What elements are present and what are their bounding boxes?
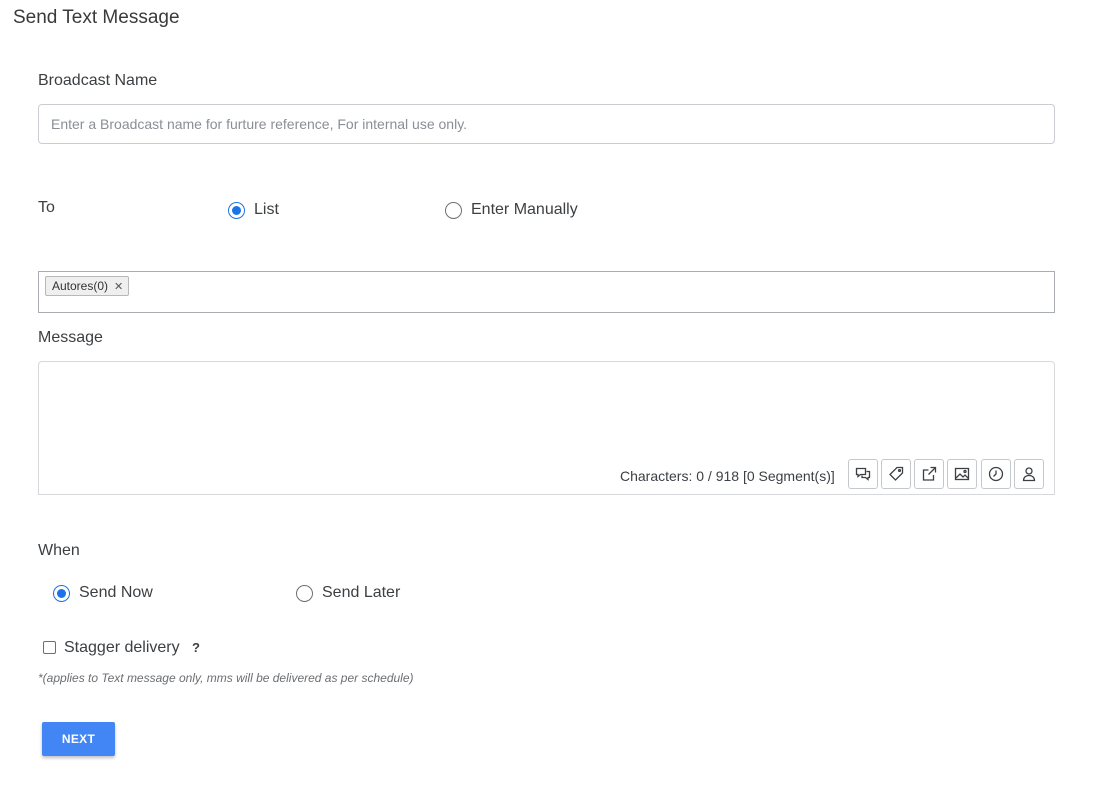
radio-enter-manually[interactable]: Enter Manually — [445, 201, 578, 219]
radio-send-now[interactable]: Send Now — [53, 584, 153, 602]
image-icon — [954, 467, 970, 481]
image-button[interactable] — [947, 459, 977, 489]
message-textarea[interactable] — [38, 361, 1055, 456]
broadcast-name-label: Broadcast Name — [38, 72, 158, 89]
link-button[interactable] — [914, 459, 944, 489]
stagger-delivery-checkbox[interactable] — [43, 641, 56, 654]
templates-button[interactable] — [848, 459, 878, 489]
message-toolbar: Characters: 0 / 918 [0 Segment(s)] — [38, 455, 1055, 495]
message-label: Message — [38, 329, 103, 346]
radio-send-later[interactable]: Send Later — [296, 584, 400, 602]
schedule-button[interactable] — [981, 459, 1011, 489]
stagger-note: *(applies to Text message only, mms will… — [38, 671, 414, 685]
to-label: To — [38, 199, 55, 216]
character-count: Characters: 0 / 918 [0 Segment(s)] — [620, 468, 835, 484]
radio-send-later-indicator[interactable] — [296, 584, 313, 602]
radio-list-label: List — [254, 201, 279, 218]
page-title: Send Text Message — [13, 7, 180, 28]
radio-list-indicator[interactable] — [228, 201, 245, 219]
user-icon — [1022, 467, 1036, 482]
recipient-list-tags[interactable]: Autores(0) ✕ — [38, 271, 1055, 313]
radio-enter-manually-label: Enter Manually — [471, 201, 578, 218]
radio-send-now-indicator[interactable] — [53, 584, 70, 602]
when-label: When — [38, 542, 80, 559]
contact-field-button[interactable] — [1014, 459, 1044, 489]
stagger-delivery-label: Stagger delivery — [64, 639, 180, 656]
radio-list[interactable]: List — [228, 201, 279, 219]
clock-icon — [988, 466, 1004, 482]
broadcast-name-input[interactable] — [38, 104, 1055, 144]
templates-icon — [855, 467, 871, 481]
list-tag: Autores(0) ✕ — [45, 276, 130, 296]
external-link-icon — [922, 466, 937, 481]
radio-send-now-label: Send Now — [79, 584, 153, 601]
tag-button[interactable] — [881, 459, 911, 489]
help-icon[interactable]: ? — [192, 640, 200, 655]
radio-send-later-label: Send Later — [322, 584, 401, 601]
tag-icon — [889, 466, 904, 481]
radio-enter-manually-indicator[interactable] — [445, 201, 462, 219]
remove-tag-icon[interactable]: ✕ — [114, 280, 123, 293]
list-tag-label: Autores(0) — [52, 279, 109, 293]
next-button[interactable]: NEXT — [42, 722, 115, 756]
